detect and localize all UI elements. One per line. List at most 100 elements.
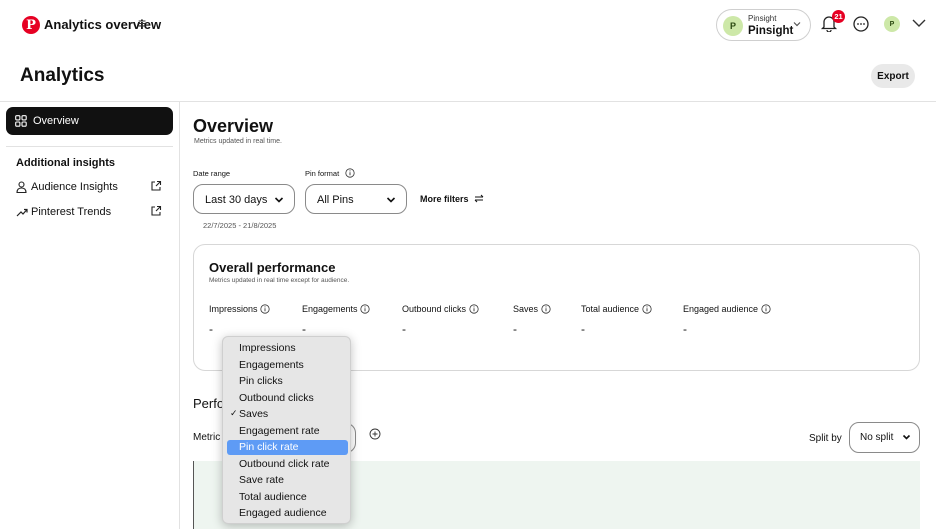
sidebar-item-pinterest-trends[interactable]: Pinterest Trends [16,205,166,221]
sidebar-divider [179,101,180,529]
info-icon[interactable] [540,304,551,314]
metric-label: Total audience [581,304,640,314]
info-icon[interactable] [345,168,355,178]
dropdown-item-label: Save rate [239,474,284,486]
dropdown-item-impressions[interactable]: Impressions [227,341,348,356]
checkmark-icon: ✓ [230,408,238,418]
metric-saves: Saves [513,304,551,314]
metric-value: - [581,322,585,336]
header-divider [0,101,936,102]
metric-impressions: Impressions [209,304,270,314]
dropdown-item-outbound-click-rate[interactable]: Outbound click rate [227,457,348,472]
dropdown-item-engaged-audience[interactable]: Engaged audience [227,506,348,521]
external-link-icon [151,180,162,191]
account-small-name: Pinsight [748,14,777,23]
metric-label: Outbound clicks [402,304,467,314]
performance-section-title: Perfo [193,396,225,411]
dropdown-item-outbound-clicks[interactable]: Outbound clicks [227,391,348,406]
overview-title: Overview [193,116,274,136]
account-switcher[interactable]: P Pinsight Pinsight [716,9,811,41]
dropdown-item-label: Total audience [239,491,307,503]
split-by-select[interactable]: No split [849,422,920,453]
add-metric-icon[interactable] [369,428,381,440]
date-range-select[interactable]: Last 30 days [193,184,295,214]
info-icon[interactable] [360,304,370,314]
menu-icon[interactable]: ≡ [138,15,146,31]
sidebar-item-label: Audience Insights [31,181,118,193]
sidebar-section-heading: Additional insights [16,157,115,169]
metric-value: - [402,322,406,336]
metric-value: - [683,322,687,336]
metric-engagements: Engagements [302,304,370,314]
dropdown-item-engagement-rate[interactable]: Engagement rate [227,424,348,439]
pinterest-logo-icon[interactable]: P [22,16,40,34]
account-name: Pinsight [748,25,794,37]
metric-select-label: Metric [193,432,221,443]
metric-engaged-audience: Engaged audience [683,304,771,314]
info-icon[interactable] [760,304,771,314]
chevron-down-icon [274,197,284,203]
metric-label: Engagements [302,304,358,314]
metric-label: Impressions [209,304,258,314]
dropdown-item-label: Saves [239,408,269,420]
export-button[interactable]: Export [871,64,915,88]
dropdown-item-saves[interactable]: ✓ Saves [227,407,348,422]
metric-total-audience: Total audience [581,304,652,314]
user-avatar[interactable]: P [884,16,900,32]
sidebar-item-audience-insights[interactable]: Audience Insights [16,180,166,196]
grid-icon [15,115,27,127]
metric-value: - [513,322,517,336]
pin-format-value: All Pins [317,194,354,206]
metric-outbound-clicks: Outbound clicks [402,304,479,314]
external-link-icon [151,205,162,216]
dropdown-item-label: Engagements [239,359,304,371]
split-by-value: No split [860,432,894,443]
metric-value: - [302,322,306,336]
page-title: Analytics [20,65,105,86]
dropdown-item-label: Engagement rate [239,425,320,437]
more-filters-label: More filters [420,194,469,204]
messages-icon[interactable] [852,15,870,33]
dropdown-item-label: Engaged audience [239,507,327,519]
trend-icon [16,208,28,217]
more-filters-button[interactable]: More filters [420,194,484,204]
date-range-caption: 22/7/2025 - 21/8/2025 [203,221,277,230]
chevron-down-icon[interactable] [912,18,926,28]
dropdown-item-label: Outbound clicks [239,392,314,404]
sidebar-item-label: Overview [33,115,79,127]
metric-value: - [209,322,213,336]
date-range-label: Date range [193,169,231,178]
dropdown-item-label: Impressions [239,342,296,354]
info-icon[interactable] [260,304,270,314]
chevron-down-icon [793,22,801,27]
person-icon [16,181,27,193]
split-by-label: Split by [809,433,842,444]
notification-badge: 21 [832,10,845,23]
pin-format-select[interactable]: All Pins [305,184,407,214]
dropdown-item-label: Pin clicks [239,375,283,387]
pin-format-label: Pin format [305,169,340,178]
info-icon[interactable] [641,304,652,314]
swap-arrows-icon [474,194,484,203]
chevron-down-icon [386,197,396,203]
info-icon[interactable] [468,304,479,314]
dropdown-item-engagements[interactable]: Engagements [227,358,348,373]
sidebar-item-overview[interactable]: Overview [6,107,173,135]
dropdown-item-label: Pin click rate [239,441,299,453]
dropdown-item-pin-click-rate[interactable]: Pin click rate [227,440,348,455]
dropdown-item-save-rate[interactable]: Save rate [227,473,348,488]
chevron-down-icon [902,434,911,440]
account-avatar: P [723,16,743,36]
metric-label: Saves [513,304,539,314]
sidebar-item-label: Pinterest Trends [31,206,112,218]
dropdown-item-label: Outbound click rate [239,458,330,470]
metric-label: Engaged audience [683,304,759,314]
dropdown-item-total-audience[interactable]: Total audience [227,490,348,505]
overview-subtitle: Metrics updated in real time. [194,138,282,145]
metric-dropdown-menu: Impressions Engagements Pin clicks Outbo… [222,336,351,524]
sidebar-section-divider [6,146,173,147]
date-range-value: Last 30 days [205,194,268,206]
overall-performance-subtitle: Metrics updated in real time except for … [209,277,350,284]
dropdown-item-pin-clicks[interactable]: Pin clicks [227,374,348,389]
overall-performance-title: Overall performance [209,260,336,275]
